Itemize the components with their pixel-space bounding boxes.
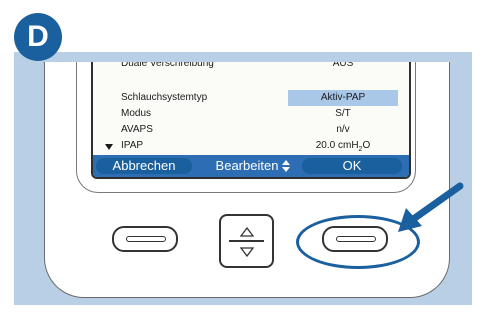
setting-row-dual-prescription[interactable]: Duale Verschreibung AUS [93, 62, 409, 72]
cancel-softkey[interactable]: Abbrechen [96, 158, 192, 174]
down-arrow-icon [240, 247, 254, 257]
setting-label: Schlauchsystemtyp [121, 92, 208, 103]
device-screen: Duale Verschreibung AUS Schlauchsystemty… [91, 62, 411, 179]
setting-row-ipap[interactable]: IPAP 20.0 cmH2O [93, 138, 409, 154]
setting-value: AUS [332, 62, 354, 69]
softkey-bar: Abbrechen Bearbeiten OK [93, 155, 409, 177]
setting-label: IPAP [121, 140, 144, 151]
setting-label: Modus [121, 108, 152, 119]
setting-value: n/v [336, 124, 350, 135]
setting-row-mode[interactable]: Modus S/T [93, 106, 409, 122]
up-arrow-icon [240, 227, 254, 237]
setting-label: Duale Verschreibung [121, 62, 214, 69]
setting-value-selected: Aktiv-PAP [288, 90, 398, 106]
setting-row-avaps[interactable]: AVAPS n/v [93, 122, 409, 138]
step-badge: D [14, 13, 62, 61]
setting-value: S/T [335, 108, 351, 119]
up-down-hardware-button[interactable] [219, 214, 274, 268]
edit-softkey[interactable]: Bearbeiten [201, 158, 293, 174]
up-down-icon [282, 160, 290, 172]
setting-row-tubing-type[interactable]: Schlauchsystemtyp Aktiv-PAP [93, 90, 409, 106]
ok-softkey[interactable]: OK [302, 158, 402, 174]
pointer-arrow-icon [398, 182, 464, 232]
setting-label: AVAPS [121, 124, 153, 135]
left-hardware-button[interactable] [112, 226, 178, 252]
scroll-down-icon [105, 144, 113, 150]
